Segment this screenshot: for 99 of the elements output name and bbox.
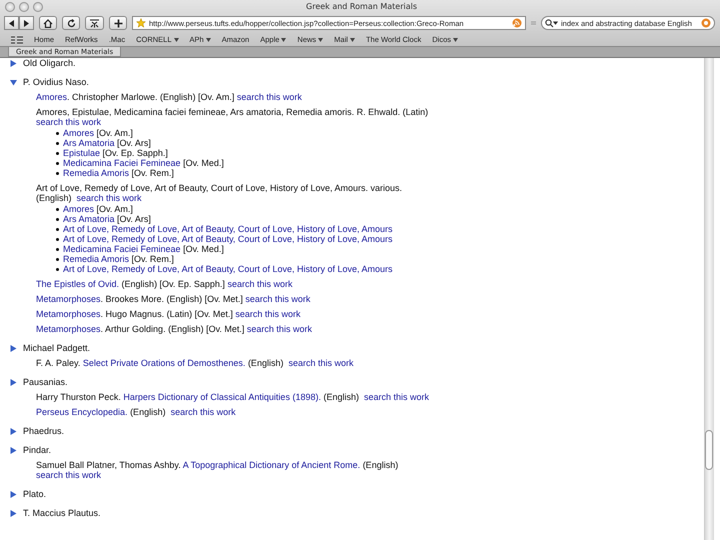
link[interactable]: Metamorphoses [36, 294, 101, 304]
link[interactable]: search this work [235, 309, 300, 319]
author-name: Pausanias. [23, 377, 68, 387]
star-icon [136, 18, 146, 28]
back-button[interactable] [4, 16, 19, 30]
author-name: Pindar. [23, 445, 52, 455]
reload-button[interactable] [62, 16, 80, 30]
author-name: P. Ovidius Naso. [23, 77, 89, 87]
bullet-icon [56, 132, 59, 134]
author-name: Old Oligarch. [23, 58, 76, 68]
link[interactable]: search this work [76, 193, 142, 203]
author-name: T. Maccius Plautus. [23, 508, 101, 518]
link[interactable]: Amores [63, 128, 94, 138]
resize-grip-icon [531, 20, 536, 26]
link[interactable]: Remedia Amoris [63, 254, 130, 264]
bullet-icon [56, 152, 59, 154]
link[interactable]: Remedia Amoris [63, 168, 130, 178]
expand-triangle-icon[interactable] [10, 344, 17, 352]
search-engine-icon [701, 18, 711, 28]
collapse-triangle-icon[interactable] [10, 78, 17, 86]
list-entry: Amores [Ov. Am.] [63, 204, 133, 214]
link[interactable]: search this work [236, 92, 302, 102]
link[interactable]: Art of Love, Remedy of Love, Art of Beauty, Court of Love, History of Love, Amours [63, 224, 392, 234]
forward-icon [23, 20, 30, 26]
bullet-icon [56, 228, 59, 230]
link[interactable]: Epistulae [63, 148, 100, 158]
link[interactable]: Art of Love, Remedy of Love, Art of Beauty, Court of Love, History of Love, Amours [63, 264, 392, 274]
expand-triangle-icon[interactable] [10, 428, 17, 434]
work-entry: Metamorphoses. Arthur Golding. (English) [Ov. Met.] search this work [36, 324, 313, 334]
link[interactable]: search this work [36, 470, 102, 480]
link[interactable]: Ars Amatoria [63, 138, 115, 148]
link[interactable]: search this work [36, 117, 102, 127]
expand-triangle-icon[interactable] [10, 60, 17, 66]
expand-triangle-icon[interactable] [10, 490, 17, 498]
feed-icon [512, 18, 522, 28]
link[interactable]: Metamorphoses [36, 324, 101, 334]
link[interactable]: search this work [227, 279, 292, 289]
reload-icon [66, 18, 76, 28]
forward-button[interactable] [19, 16, 34, 30]
work-entry: Metamorphoses. Hugo Magnus. (Latin) [Ov. Met.] search this work [36, 309, 302, 319]
link[interactable]: Medicamina Faciei Femineae [63, 244, 181, 254]
search-icon [545, 18, 558, 28]
work-entry: Perseus Encyclopedia. (English) search this work [36, 407, 237, 417]
link[interactable]: search this work [245, 294, 310, 304]
window-title: Greek and Roman Materials [305, 2, 418, 11]
list-entry: Epistulae [Ov. Ep. Sapph.] [63, 148, 168, 158]
work-entry: Amores, Epistulae, Medicamina faciei femineae, Ars amatoria, Remedia amoris. R. Ehwald. (Latin) search this work [36, 107, 430, 127]
bullet-icon [56, 248, 59, 250]
back-icon [8, 20, 15, 26]
work-entry: Harry Thurston Peck. Harpers Dictionary of Classical Antiquities (1898). (English) search this work [36, 392, 430, 402]
link[interactable]: Amores [63, 204, 94, 214]
list-entry: Medicamina Faciei Femineae [Ov. Med.] [63, 158, 224, 168]
link[interactable]: Perseus Encyclopedia. [36, 407, 128, 417]
bullet-icon [56, 208, 59, 210]
bullet-icon [56, 218, 59, 220]
work-entry: The Epistles of Ovid. (English) [Ov. Ep. Sapph.] search this work [36, 279, 294, 289]
bookmarks-icon[interactable] [11, 36, 23, 44]
link[interactable]: Amores [36, 92, 68, 102]
list-entry: Ars Amatoria [Ov. Ars] [63, 138, 151, 148]
bullet-icon [56, 172, 59, 174]
link[interactable]: search this work [246, 324, 312, 334]
author-name: Plato. [23, 489, 46, 499]
link[interactable]: Metamorphoses [36, 309, 101, 319]
link[interactable]: Art of Love, Remedy of Love, Art of Beauty, Court of Love, History of Love, Amours [63, 234, 392, 244]
bullet-icon [56, 162, 59, 164]
expand-triangle-icon[interactable] [10, 446, 17, 454]
expand-triangle-icon[interactable] [10, 378, 17, 386]
list-entry: Remedia Amoris [Ov. Rem.] [63, 254, 174, 264]
plus-icon [114, 18, 122, 28]
list-entry: Ars Amatoria [Ov. Ars] [63, 214, 151, 224]
author-name: Phaedrus. [23, 426, 64, 436]
link[interactable]: search this work [170, 407, 236, 417]
work-entry: Art of Love, Remedy of Love, Art of Beauty, Court of Love, History of Love, Amours. various. (English) search this work [36, 183, 404, 203]
bullet-icon [56, 258, 59, 260]
link[interactable]: search this work [288, 358, 354, 368]
scroll-thumb[interactable] [705, 430, 713, 470]
scrollbar[interactable] [704, 58, 714, 540]
link[interactable]: Harpers Dictionary of Classical Antiquities (1898). [123, 392, 321, 402]
home-button[interactable] [39, 16, 57, 30]
bullet-icon [56, 268, 59, 270]
expand-triangle-icon[interactable] [10, 510, 17, 516]
home-icon [43, 18, 53, 28]
bullet-icon [56, 238, 59, 240]
list-entry: Remedia Amoris [Ov. Rem.] [63, 168, 174, 178]
list-entry: Amores [Ov. Am.] [63, 128, 133, 138]
link[interactable]: Medicamina Faciei Femineae [63, 158, 181, 168]
list-entry: Medicamina Faciei Femineae [Ov. Med.] [63, 244, 224, 254]
work-entry: F. A. Paley. Select Private Orations of Demosthenes. (English) search this work [36, 358, 354, 368]
link[interactable]: The Epistles of Ovid. [36, 279, 120, 289]
add-bookmark-button[interactable] [109, 16, 127, 30]
bullet-icon [56, 142, 59, 144]
work-entry: Samuel Ball Platner, Thomas Ashby. A Topographical Dictionary of Ancient Rome. (English) search this work [36, 460, 400, 480]
work-entry: Metamorphoses. Brookes More. (English) [Ov. Met.] search this work [36, 294, 312, 304]
link[interactable]: A Topographical Dictionary of Ancient Rome. [182, 460, 360, 470]
link[interactable]: Ars Amatoria [63, 214, 115, 224]
author-name: Michael Padgett. [23, 343, 90, 353]
link[interactable]: search this work [364, 392, 430, 402]
work-entry: Amores. Christopher Marlowe. (English) [Ov. Am.] search this work [36, 92, 303, 102]
link[interactable]: Select Private Orations of Demosthenes. [82, 358, 246, 368]
